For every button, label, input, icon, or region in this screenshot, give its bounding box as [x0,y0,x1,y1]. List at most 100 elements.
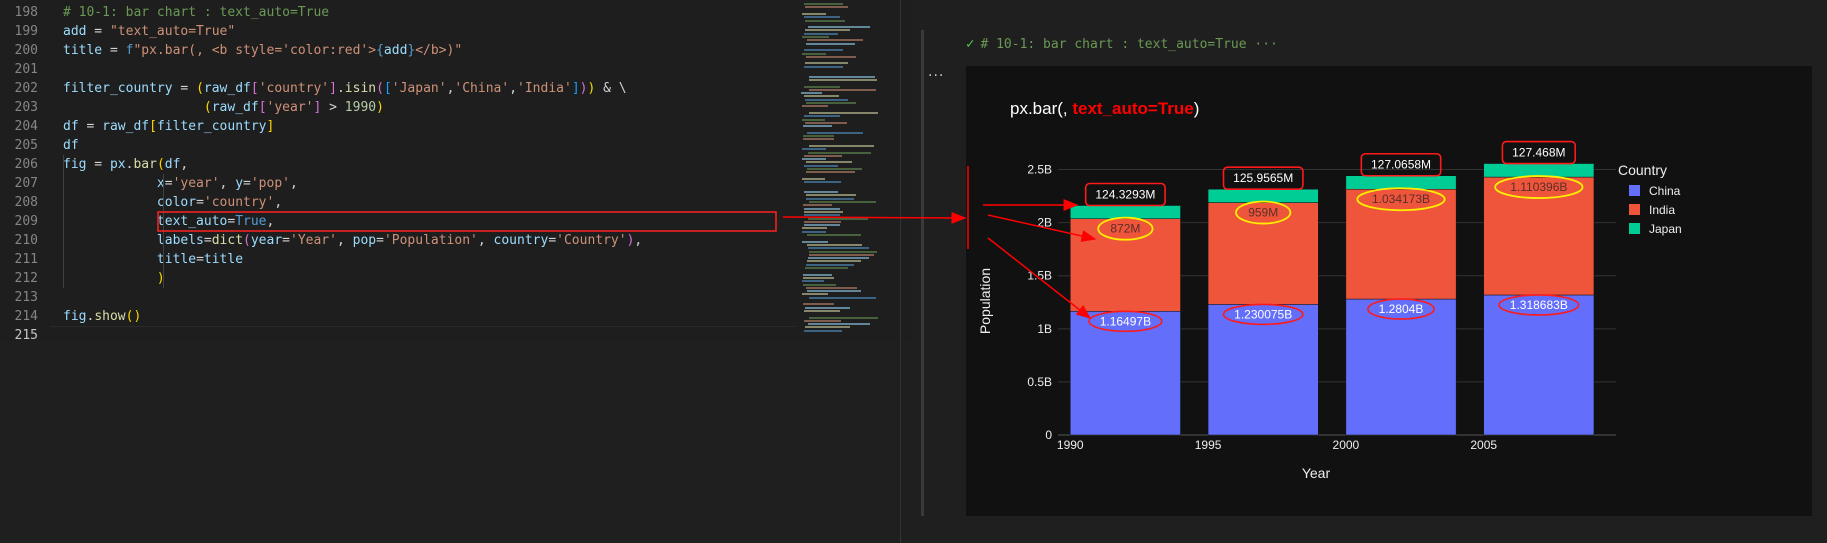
minimap-line [807,39,863,42]
legend-swatch-japan[interactable] [1629,223,1640,234]
code-line[interactable]: labels=dict(year='Year', pop='Population… [63,231,642,250]
bar-japan-1997[interactable] [1207,188,1319,203]
x-tick-label: 1995 [1195,438,1222,452]
code-token: = [548,233,557,248]
code-line[interactable]: title=title [63,250,243,269]
code-token: , [477,233,494,248]
code-token: year [250,233,283,248]
code-line[interactable]: fig = px.bar(df, [63,155,188,174]
code-token: raw_df [203,81,251,96]
cell-header[interactable]: ✓ # 10-1: bar chart : text_auto=True ··· [966,36,1278,52]
code-token: add [383,43,408,58]
minimap-line [804,220,841,223]
code-token: 'Year' [290,233,337,248]
bar-japan-2007[interactable] [1483,163,1595,178]
code-line[interactable]: x='year', y='pop', [63,174,298,193]
code-token: raw_df [102,119,150,134]
bar-china-1997[interactable] [1207,304,1319,436]
code-token: [ [258,100,267,115]
code-token: = [102,43,126,58]
code-token: 'country' [203,195,275,210]
plot-container: 1.16497B 872M 124.3293M 1.230075B 959M 125.95… [966,66,1812,516]
code-token: 'India' [517,81,572,96]
bar-china-2007[interactable] [1483,294,1595,436]
code-token: df [164,157,181,172]
minimap-line [806,197,854,200]
code-token: ] [329,81,337,96]
editor-scrollbar[interactable] [900,0,915,341]
x-axis-label: Year [1302,465,1331,481]
line-number: 208 [14,195,38,210]
code-line[interactable]: color='country', [63,193,282,212]
code-line[interactable]: (raw_df['year'] > 1990) [63,98,384,117]
legend-item-china[interactable]: China [1649,184,1681,198]
minimap-line [805,29,850,32]
code-token: = [78,119,103,134]
legend-item-india[interactable]: India [1649,203,1675,217]
legend-swatch-china[interactable] [1629,185,1640,196]
legend-title: Country [1618,162,1667,178]
code-line[interactable]: title = f"px.bar(, <b style='color:red'>… [63,41,462,60]
code-line[interactable]: add = "text_auto=True" [63,22,235,41]
empty-editor-area [0,341,900,543]
code-token: > [321,100,345,115]
code-line[interactable]: # 10-1: bar chart : text_auto=True [63,3,329,22]
y-tick-label: 1.5B [1027,269,1052,283]
bar-china-1992[interactable] [1070,311,1181,436]
minimap-line [808,26,870,29]
code-token: title [63,43,103,58]
minimap-line [804,210,843,213]
code-token: = [376,233,384,248]
legend-item-japan[interactable]: Japan [1649,222,1682,236]
bar-data-label: 1.16497B [1100,314,1151,328]
code-line[interactable]: filter_country = (raw_df['country'].isin… [63,79,627,98]
code-token: 'Population' [383,233,478,248]
minimap-line [808,151,871,154]
legend-swatch-india[interactable] [1629,204,1640,215]
code-line[interactable]: text_auto=True, [63,212,274,231]
cell-status-bar[interactable] [921,30,924,516]
minimap-line [804,224,840,227]
minimap-line [804,309,840,312]
chart-title-bold: text_auto=True [1072,99,1193,118]
minimap-line [803,204,832,207]
code-token: ( [156,157,165,172]
bar-data-label: 1.034173B [1372,192,1430,206]
minimap-line [808,217,868,220]
minimap-line [804,85,840,88]
bar-japan-1992[interactable] [1070,205,1181,219]
minimap-line [805,306,850,309]
code-token: , [634,233,643,248]
minimap-line [806,194,856,197]
code-line[interactable]: df = raw_df[filter_country] [63,117,274,136]
minimap[interactable] [795,0,900,341]
split-divider[interactable] [900,0,901,543]
bar-india-2007[interactable] [1483,176,1595,296]
x-tick-label: 2005 [1470,438,1497,452]
minimap-line [805,62,848,65]
code-token: df [63,138,79,153]
code-line[interactable]: ) [63,269,165,288]
minimap-line [806,171,855,174]
line-number-gutter: 198 199 200 201 202 203 204 205 206 207 208 209 210 2… [0,0,50,343]
indent-guide [163,174,164,288]
minimap-line [803,303,834,306]
code-token: dict [211,233,244,248]
bar-data-label: 1.2804B [1379,302,1424,316]
bar-data-label: 1.318683B [1510,298,1568,312]
code-editor[interactable]: 198 199 200 201 202 203 204 205 206 207 208 209 210 2… [0,0,795,345]
bar-japan-2002[interactable] [1345,175,1457,190]
code-line[interactable]: fig.show() [63,307,141,326]
bar-china-2002[interactable] [1345,298,1457,436]
code-token: , [274,195,283,210]
code-token: country [493,233,549,248]
cell-more-icon[interactable]: ... [928,64,944,80]
code-line[interactable]: df [63,136,79,155]
bar-chart: 1.16497B 872M 124.3293M 1.230075B 959M 125.95… [966,66,1812,516]
minimap-line [807,243,862,246]
